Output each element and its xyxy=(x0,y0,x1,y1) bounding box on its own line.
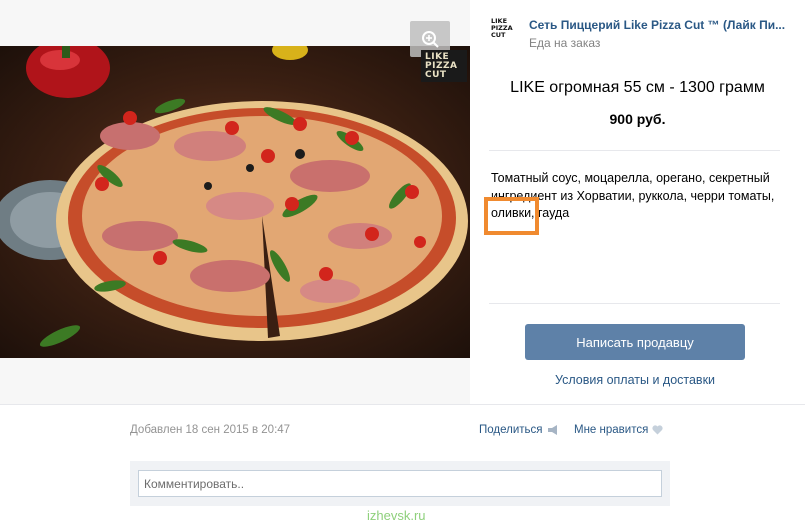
payment-delivery-terms-link[interactable]: Условия оплаты и доставки xyxy=(470,373,800,387)
share-link[interactable]: Поделиться xyxy=(479,424,559,436)
like-label: Мне нравится xyxy=(574,424,649,436)
megaphone-icon xyxy=(547,425,557,435)
shop-name-link[interactable]: Сеть Пиццерий Like Pizza Cut ™ (Лайк Пи.… xyxy=(529,18,789,32)
shop-header: LIKE PIZZA CUT Сеть Пиццерий Like Pizza … xyxy=(491,18,789,51)
divider xyxy=(489,150,780,151)
comment-input[interactable] xyxy=(138,470,662,497)
shop-logo-text: LIKE PIZZA CUT xyxy=(491,17,513,39)
pizza-illustration xyxy=(0,46,468,347)
photo-logo: LIKE PIZZA CUT xyxy=(421,50,467,82)
share-label: Поделиться xyxy=(479,424,543,436)
divider xyxy=(489,303,780,304)
shop-category: Еда на заказ xyxy=(529,36,601,50)
photo-logo-text: LIKE PIZZA CUT xyxy=(425,52,458,80)
product-price: 900 руб. xyxy=(609,111,666,127)
zoom-in-icon xyxy=(422,31,439,48)
product-photo-area: LIKE PIZZA CUT xyxy=(0,0,470,404)
product-photo[interactable] xyxy=(0,46,470,358)
product-title: LIKE огромная 55 см - 1300 грамм xyxy=(510,79,765,96)
write-seller-button[interactable]: Написать продавцу xyxy=(525,324,745,360)
like-link[interactable]: Мне нравится xyxy=(574,424,663,436)
highlight-annotation xyxy=(484,197,539,235)
shop-logo[interactable]: LIKE PIZZA CUT xyxy=(491,18,519,48)
added-date: Добавлен 18 сен 2015 в 20:47 xyxy=(130,424,291,436)
heart-icon xyxy=(652,425,663,435)
divider xyxy=(0,404,805,405)
watermark: izhevsk.ru xyxy=(367,508,426,523)
comment-box xyxy=(130,461,670,506)
